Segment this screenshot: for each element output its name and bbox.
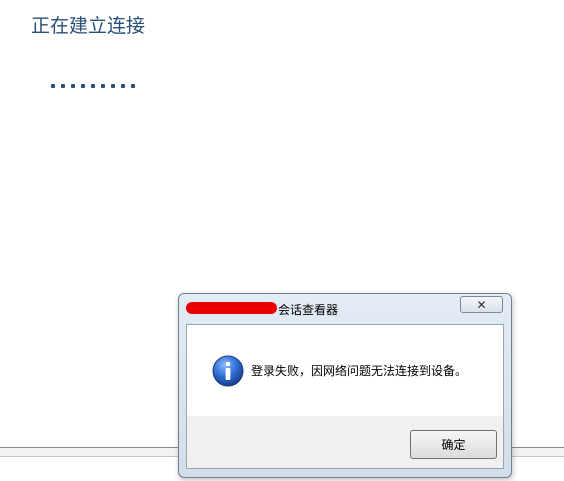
error-message: 登录失败，因网络问题无法连接到设备。 xyxy=(251,364,468,378)
loading-dot xyxy=(101,84,105,88)
close-button[interactable]: ✕ xyxy=(460,296,503,313)
loading-indicator xyxy=(51,84,135,88)
dialog-title: 会话查看器 xyxy=(278,303,339,317)
loading-dot xyxy=(111,84,115,88)
loading-dot xyxy=(51,84,55,88)
loading-dot xyxy=(61,84,65,88)
ok-button[interactable]: 确定 xyxy=(410,430,497,459)
error-dialog: 会话查看器 ✕ 登录失败，因网络问题无法连接到设备。 确定 xyxy=(178,293,512,478)
message-area: 登录失败，因网络问题无法连接到设备。 xyxy=(187,325,503,416)
loading-dot xyxy=(81,84,85,88)
loading-dot xyxy=(71,84,75,88)
dialog-titlebar[interactable]: 会话查看器 ✕ xyxy=(179,294,511,320)
loading-dot xyxy=(91,84,95,88)
redaction-mark xyxy=(186,302,277,314)
loading-dot xyxy=(131,84,135,88)
info-icon xyxy=(212,355,244,387)
loading-dot xyxy=(121,84,125,88)
dialog-client: 登录失败，因网络问题无法连接到设备。 确定 xyxy=(186,324,504,469)
close-icon: ✕ xyxy=(476,297,487,312)
page-title: 正在建立连接 xyxy=(31,15,146,37)
